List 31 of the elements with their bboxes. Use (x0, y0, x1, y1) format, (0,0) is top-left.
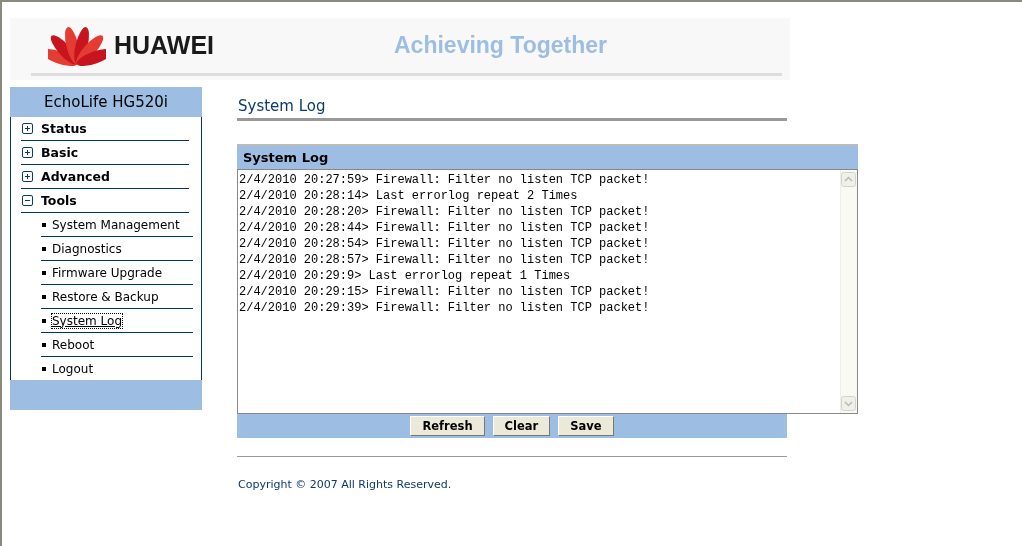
menu-item[interactable]: Firmware Upgrade (52, 265, 163, 280)
panel-title: System Log (237, 146, 858, 169)
device-name: EchoLife HG520i (10, 87, 202, 117)
action-button[interactable]: Save (558, 416, 614, 436)
bullet-icon (42, 366, 46, 371)
brand-name: HUAWEI (114, 31, 214, 60)
menu-group[interactable]: Status (41, 121, 87, 136)
expand-icon[interactable] (22, 123, 33, 134)
action-button[interactable]: Clear (492, 416, 551, 436)
bullet-icon (42, 342, 46, 347)
bullet-icon (42, 270, 46, 275)
expand-icon[interactable] (22, 147, 33, 158)
expand-icon[interactable] (22, 171, 33, 182)
slogan: Achieving Together (394, 32, 607, 59)
menu-group[interactable]: Tools (41, 193, 77, 208)
collapse-icon[interactable] (22, 195, 33, 206)
menu-item[interactable]: System Log (52, 313, 122, 328)
bullet-icon (42, 222, 46, 227)
action-button[interactable]: Refresh (410, 416, 485, 436)
bullet-icon (42, 246, 46, 251)
menu-item[interactable]: Logout (52, 361, 94, 376)
menu-item[interactable]: Restore & Backup (52, 289, 159, 304)
menu-item[interactable]: Diagnostics (52, 241, 122, 256)
page-title: System Log (237, 97, 327, 117)
menu-group[interactable]: Advanced (41, 169, 110, 184)
menu-group[interactable]: Basic (41, 145, 79, 160)
copyright-text: Copyright © 2007 All Rights Reserved. (237, 478, 453, 491)
bullet-icon (42, 318, 46, 323)
bullet-icon (42, 294, 46, 299)
menu-item[interactable]: Reboot (52, 337, 95, 352)
menu-item[interactable]: System Management (52, 217, 180, 232)
